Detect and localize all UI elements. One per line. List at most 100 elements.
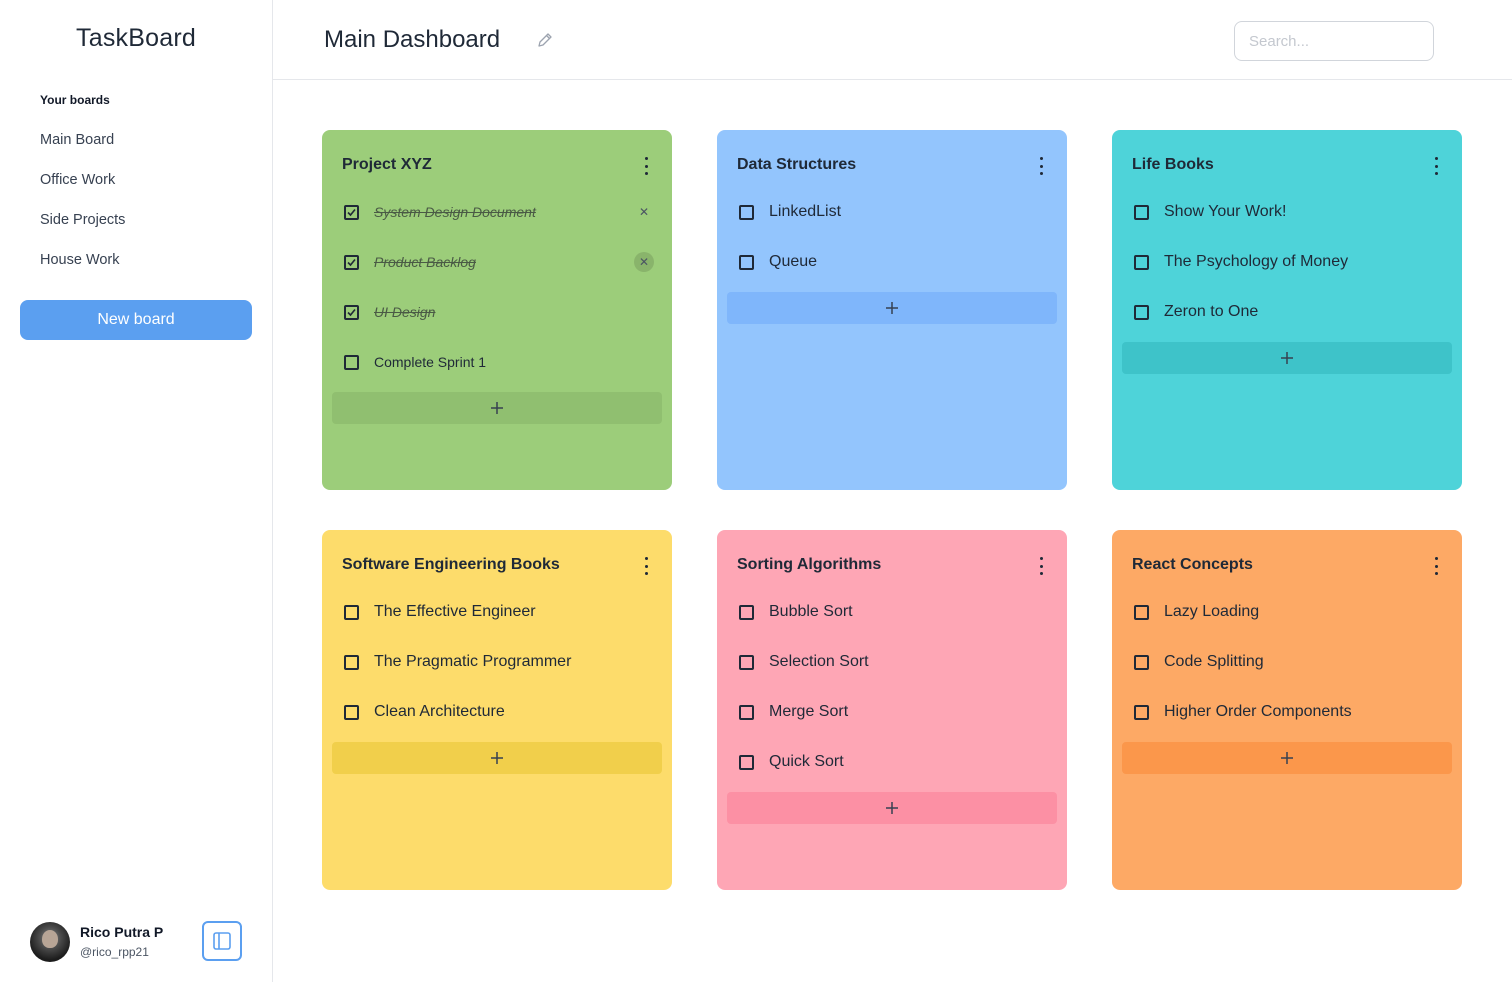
board-card-sorting-algorithms: Sorting Algorithms Bubble Sort Selection… [717,530,1067,890]
task-item: Clean Architecture [344,700,654,724]
task-label[interactable]: Lazy Loading [1164,603,1259,621]
user-handle: @rico_rpp21 [80,945,149,959]
task-label[interactable]: LinkedList [769,203,841,221]
sidebar-item-house-work[interactable]: House Work [40,250,125,290]
plus-icon [491,752,503,764]
board-list: Main Board Office Work Side Projects Hou… [40,130,125,290]
task-label[interactable]: System Design Document [374,204,536,220]
task-checkbox[interactable] [739,704,754,720]
task-label[interactable]: Merge Sort [769,703,848,721]
plus-icon [886,802,898,814]
kebab-menu-icon[interactable] [638,157,654,175]
new-board-button[interactable]: New board [20,300,252,340]
task-item: Show Your Work! [1134,200,1444,224]
sidebar-item-side-projects[interactable]: Side Projects [40,210,125,250]
task-item: The Pragmatic Programmer [344,650,654,674]
page-header: Main Dashboard [273,0,1512,80]
task-label[interactable]: Queue [769,253,817,271]
task-label[interactable]: Selection Sort [769,653,869,671]
plus-icon [886,302,898,314]
task-checkbox[interactable] [344,654,359,670]
board-card-software-engineering-books: Software Engineering Books The Effective… [322,530,672,890]
task-checkbox[interactable] [1134,704,1149,720]
task-checkbox[interactable] [739,254,754,270]
search-input[interactable] [1234,21,1434,61]
task-checkbox[interactable] [1134,254,1149,270]
add-task-button[interactable] [727,792,1057,824]
kebab-menu-icon[interactable] [1033,557,1049,575]
task-checkbox[interactable] [344,354,359,370]
task-label[interactable]: Code Splitting [1164,653,1264,671]
board-card-data-structures: Data Structures LinkedList Queue [717,130,1067,490]
board-card-react-concepts: React Concepts Lazy Loading Code Splitti… [1112,530,1462,890]
plus-icon [491,402,503,414]
task-item: Complete Sprint 1 [344,350,654,374]
task-item: Quick Sort [739,750,1049,774]
task-label[interactable]: The Effective Engineer [374,603,536,621]
kebab-menu-icon[interactable] [1428,157,1444,175]
task-label[interactable]: Product Backlog [374,254,476,270]
user-profile: Rico Putra P @rico_rpp21 [30,921,250,963]
task-label[interactable]: Clean Architecture [374,703,505,721]
sidebar-toggle-button[interactable] [202,921,242,961]
kebab-menu-icon[interactable] [1428,557,1444,575]
task-checkbox[interactable] [739,204,754,220]
task-label[interactable]: Quick Sort [769,753,844,771]
task-checkbox[interactable] [1134,204,1149,220]
task-checkbox[interactable] [344,304,359,320]
task-item: Code Splitting [1134,650,1444,674]
task-label[interactable]: Complete Sprint 1 [374,354,486,370]
task-checkbox[interactable] [739,654,754,670]
task-item: Selection Sort [739,650,1049,674]
task-label[interactable]: Higher Order Components [1164,703,1352,721]
task-checkbox[interactable] [739,604,754,620]
delete-task-icon[interactable]: ✕ [634,252,654,272]
checkmark-icon [347,308,356,316]
delete-task-icon[interactable]: ✕ [634,202,654,222]
sidebar-item-main-board[interactable]: Main Board [40,130,125,170]
task-checkbox[interactable] [1134,654,1149,670]
task-label[interactable]: The Pragmatic Programmer [374,653,571,671]
task-item: The Psychology of Money [1134,250,1444,274]
task-item: System Design Document ✕ [344,200,654,224]
task-checkbox[interactable] [1134,604,1149,620]
add-task-button[interactable] [332,392,662,424]
pencil-icon[interactable] [535,30,555,50]
task-label[interactable]: UI Design [374,304,435,320]
task-checkbox[interactable] [739,754,754,770]
task-item: LinkedList [739,200,1049,224]
plus-icon [1281,352,1293,364]
task-item: Higher Order Components [1134,700,1444,724]
add-task-button[interactable] [1122,342,1452,374]
task-checkbox[interactable] [344,254,359,270]
card-title: Project XYZ [342,156,432,173]
board-card-project-xyz: Project XYZ System Design Document ✕ Pro… [322,130,672,490]
task-label[interactable]: Zeron to One [1164,303,1258,321]
task-label[interactable]: Show Your Work! [1164,203,1286,221]
task-item: Bubble Sort [739,600,1049,624]
sidebar: TaskBoard Your boards Main Board Office … [0,0,273,982]
card-title: Software Engineering Books [342,556,560,573]
task-checkbox[interactable] [344,604,359,620]
task-label[interactable]: Bubble Sort [769,603,853,621]
kebab-menu-icon[interactable] [638,557,654,575]
task-item: Queue [739,250,1049,274]
task-checkbox[interactable] [344,704,359,720]
app-root: TaskBoard Your boards Main Board Office … [0,0,1512,982]
avatar[interactable] [30,922,70,962]
add-task-button[interactable] [727,292,1057,324]
task-item: Zeron to One [1134,300,1444,324]
sidebar-item-office-work[interactable]: Office Work [40,170,125,210]
kebab-menu-icon[interactable] [1033,157,1049,175]
board-card-life-books: Life Books Show Your Work! The Psycholog… [1112,130,1462,490]
plus-icon [1281,752,1293,764]
sidebar-panel-icon [213,932,231,950]
add-task-button[interactable] [1122,742,1452,774]
task-item: UI Design [344,300,654,324]
task-label[interactable]: The Psychology of Money [1164,253,1348,271]
task-checkbox[interactable] [344,204,359,220]
add-task-button[interactable] [332,742,662,774]
task-item: Merge Sort [739,700,1049,724]
card-title: Data Structures [737,156,857,173]
task-checkbox[interactable] [1134,304,1149,320]
